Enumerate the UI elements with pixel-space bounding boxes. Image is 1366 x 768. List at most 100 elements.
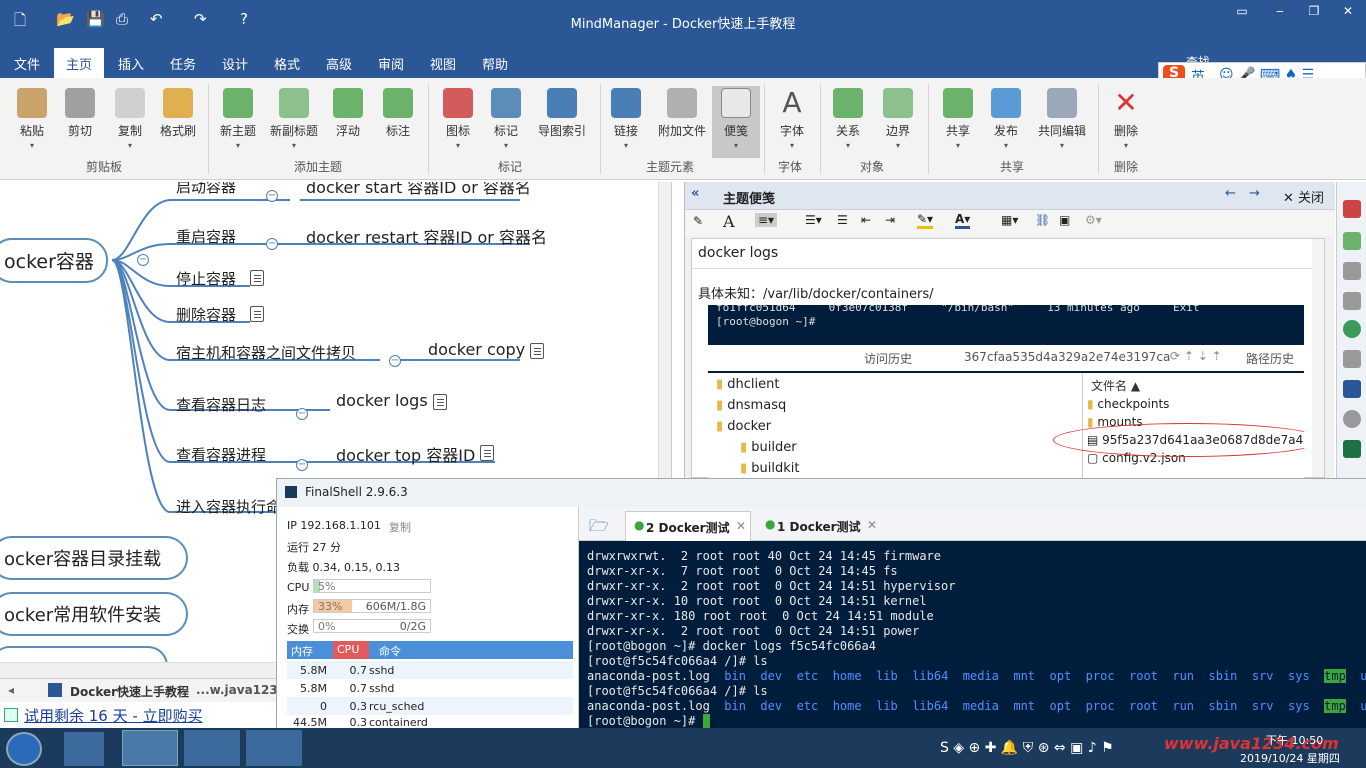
tab-task[interactable]: 任务 — [170, 54, 196, 73]
person-icon[interactable] — [1343, 262, 1361, 280]
cut-button[interactable]: 剪切 — [56, 86, 104, 139]
format-painter-button[interactable]: 格式刷 — [154, 86, 202, 139]
note-icon[interactable] — [250, 306, 264, 322]
topic-docker-logs[interactable]: docker logs — [336, 391, 428, 410]
topic-copy-files[interactable]: 宿主机和容器之间文件拷贝 — [176, 342, 356, 363]
notes-panel-icon[interactable] — [1343, 380, 1361, 398]
topic-start-container[interactable]: 启动容器 — [176, 182, 236, 197]
calendar-icon[interactable] — [1343, 232, 1361, 250]
icons-button[interactable]: 图标 ▾ — [434, 86, 482, 150]
hyperlink-icon[interactable]: ⛓ — [1035, 213, 1050, 227]
topic-view-logs[interactable]: 查看容器日志 — [176, 394, 266, 415]
col-command[interactable]: 命令 — [379, 643, 401, 659]
outdent-icon[interactable]: ⇤ — [861, 213, 871, 227]
boundary-button[interactable]: 边界 ▾ — [874, 86, 922, 150]
taskbar-app-explorer[interactable] — [184, 730, 240, 766]
collapse-icon[interactable]: − — [137, 254, 149, 266]
tab-file[interactable]: 文件 — [14, 54, 40, 73]
tray-icons[interactable]: S ◈ ⊕ ✚ 🔔 ⛨ ⊛ ⇔ ▣ ♪ ⚑ — [940, 740, 1114, 756]
font-button[interactable]: A 字体 ▾ — [768, 86, 816, 151]
tab-review[interactable]: 审阅 — [378, 54, 404, 73]
highlight-icon[interactable]: ✎▾ — [917, 212, 934, 229]
co-edit-button[interactable]: 共同编辑 ▾ — [1034, 86, 1090, 150]
tab-format[interactable]: 格式 — [274, 54, 300, 73]
note-icon[interactable] — [530, 343, 544, 359]
note-text-line[interactable]: 具体未知：/var/lib/docker/containers/ — [698, 283, 934, 302]
notes-button[interactable]: 便笺 ▾ — [712, 86, 760, 158]
taskbar-app-colorful[interactable] — [64, 732, 104, 766]
browser-icon[interactable] — [1343, 410, 1361, 428]
tab-scroll-left[interactable]: ◂ — [8, 683, 14, 697]
taskbar-app-mindmanager[interactable] — [122, 730, 178, 766]
topic-remove-container[interactable]: 删除容器 — [176, 304, 236, 325]
topic-restart-cmd[interactable]: docker restart 容器ID or 容器名 — [306, 224, 547, 248]
restore-ribbon-icon[interactable]: ▭ — [1232, 4, 1252, 20]
note-icon[interactable] — [250, 270, 264, 286]
nav-back-icon[interactable]: ← — [1225, 186, 1236, 201]
attach-file-button[interactable]: 附加文件 — [654, 86, 710, 139]
font-color-icon[interactable]: A▾ — [955, 212, 971, 229]
task-icon[interactable] — [1343, 200, 1361, 218]
link-button[interactable]: 链接 ▾ — [602, 86, 650, 150]
tab-session-1[interactable]: ● 1 Docker测试 ✕ — [757, 511, 883, 541]
relationship-button[interactable]: 关系 ▾ — [824, 86, 872, 150]
bullet-list-icon[interactable]: ☰ — [837, 213, 848, 227]
maximize-button[interactable]: ❐ — [1304, 4, 1324, 20]
clock-time[interactable]: 下午 10:50 — [1266, 732, 1323, 748]
trial-banner[interactable]: 试用剩余 16 天 - 立即购买 — [0, 702, 276, 728]
minimize-button[interactable]: ‒ — [1270, 4, 1290, 20]
map-index-button[interactable]: 导图索引 — [534, 86, 590, 139]
table-icon[interactable]: ▦▾ — [1001, 213, 1018, 227]
collapse-icon[interactable]: − — [389, 355, 401, 367]
taskbar-app-finalshell[interactable] — [246, 730, 302, 766]
close-tab-icon[interactable]: ✕ — [867, 518, 877, 532]
tags-button[interactable]: 标记 ▾ — [482, 86, 530, 150]
note-title-line[interactable]: docker logs — [692, 239, 1324, 269]
topic-volume-mount[interactable]: ocker容器目录挂载 — [0, 536, 188, 580]
tab-design[interactable]: 设计 — [222, 54, 248, 73]
root-topic[interactable]: ocker容器 — [0, 238, 108, 283]
notes-scrollbar[interactable] — [1312, 239, 1324, 477]
callout-button[interactable]: 标注 — [374, 86, 422, 139]
collapse-panel-icon[interactable]: « — [691, 186, 699, 201]
trial-text[interactable]: 试用剩余 16 天 - 立即购买 — [24, 705, 203, 726]
folder-open-icon[interactable]: 🗁 — [589, 515, 609, 542]
copy-ip-button[interactable]: 复制 — [389, 519, 411, 535]
table-row[interactable]: 0 0.3 rcu_sched — [287, 697, 573, 715]
note-icon[interactable] — [480, 445, 494, 461]
paste-button[interactable]: 粘贴 ▾ — [8, 86, 56, 150]
start-button[interactable] — [6, 732, 42, 766]
topic-exec-container[interactable]: 进入容器执行命 — [176, 496, 281, 517]
doc-tab-active[interactable]: Docker快速上手教程 — [70, 683, 189, 700]
image-icon[interactable]: ▣ — [1059, 213, 1070, 227]
close-notes-button[interactable]: ✕ 关闭 — [1283, 187, 1324, 206]
topic-view-processes[interactable]: 查看容器进程 — [176, 444, 266, 465]
table-row[interactable]: 44.5M 0.3 containerd — [287, 715, 573, 729]
format-brush-icon[interactable]: ✎ — [693, 214, 703, 228]
col-memory[interactable]: 内存 — [291, 643, 313, 659]
copy-button[interactable]: 复制 ▾ — [106, 86, 154, 150]
align-left-icon[interactable]: ≡▾ — [755, 213, 778, 227]
topic-docker-copy[interactable]: docker copy — [428, 340, 525, 359]
topic-restart-container[interactable]: 重启容器 — [176, 226, 236, 247]
note-icon[interactable] — [433, 394, 447, 410]
share-button[interactable]: 共享 ▾ — [934, 86, 982, 150]
more-icon[interactable]: ⚙▾ — [1085, 213, 1102, 227]
indent-icon[interactable]: ⇥ — [885, 213, 895, 227]
floating-topic-button[interactable]: 浮动 — [324, 86, 372, 139]
collapse-icon[interactable]: − — [266, 238, 278, 250]
topic-software-install[interactable]: ocker常用软件安装 — [0, 592, 188, 636]
close-button[interactable]: ✕ — [1338, 4, 1358, 20]
new-topic-button[interactable]: 新主题 ▾ — [214, 86, 262, 150]
publish-button[interactable]: 发布 ▾ — [982, 86, 1030, 150]
delete-button[interactable]: ✕ 删除 ▾ — [1102, 86, 1150, 151]
nav-forward-icon[interactable]: → — [1249, 186, 1260, 201]
badge-icon[interactable] — [1343, 320, 1361, 338]
close-tab-icon[interactable]: ✕ — [736, 519, 746, 533]
topic-start-cmd[interactable]: docker start 容器ID or 容器名 — [306, 182, 531, 198]
clock-date[interactable]: 2019/10/24 星期四 — [1240, 750, 1340, 766]
tab-home[interactable]: 主页 — [54, 48, 105, 78]
topic-docker-top[interactable]: docker top 容器ID — [336, 442, 475, 466]
map-parts-icon[interactable] — [1343, 292, 1361, 310]
table-row[interactable]: 5.8M 0.7 sshd — [287, 661, 573, 679]
